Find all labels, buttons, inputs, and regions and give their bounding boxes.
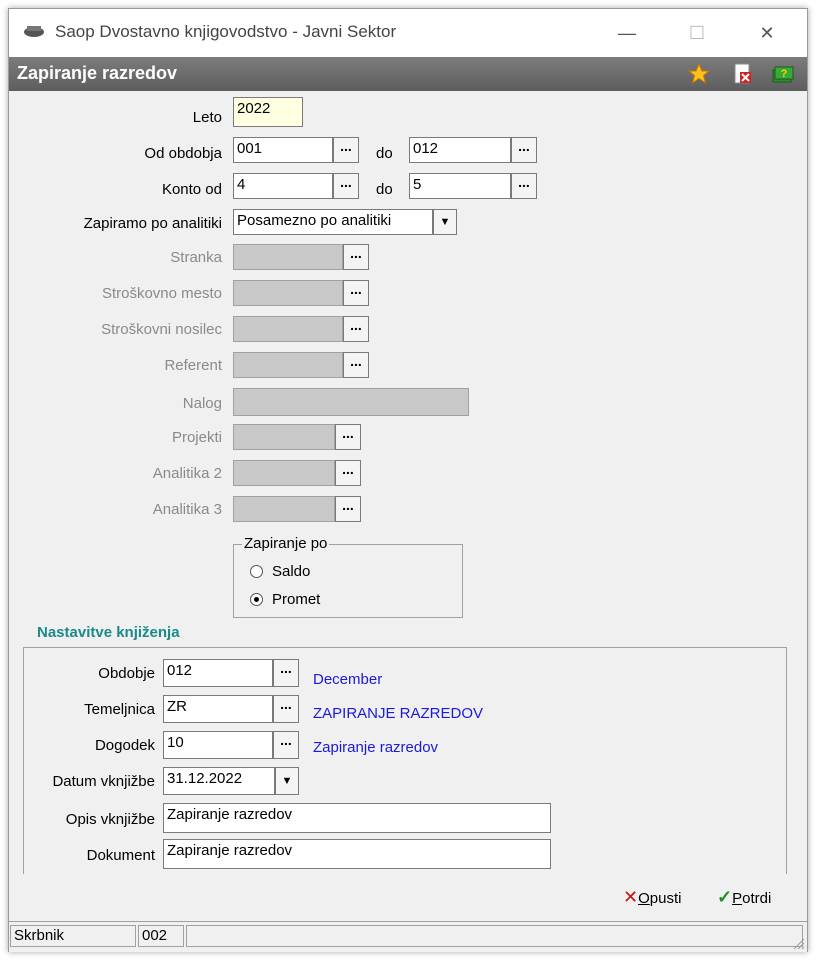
stranka-browse-button: ... <box>343 244 369 270</box>
analitika2-input <box>233 460 335 486</box>
temeljnica-input[interactable]: ZR <box>163 695 273 723</box>
svg-text:?: ? <box>781 68 788 80</box>
leto-input[interactable]: 2022 <box>233 97 303 127</box>
od-obdobja-label: Od obdobja <box>144 145 222 162</box>
zapiramo-dropdown-button[interactable]: ▼ <box>433 209 457 235</box>
datum-vknjizbe-label: Datum vknjižbe <box>52 773 155 790</box>
opusti-hotkey: O <box>638 890 650 907</box>
analitika3-input <box>233 496 335 522</box>
close-document-icon[interactable] <box>731 62 755 86</box>
status-empty-panel <box>186 925 803 947</box>
stroskovni-nosilec-browse-button: ... <box>343 316 369 342</box>
od-obdobja-input[interactable]: 001 <box>233 137 333 163</box>
do-obdobja-browse-button[interactable]: ... <box>511 137 537 163</box>
window-title: Saop Dvostavno knjigovodstvo - Javni Sek… <box>55 22 397 41</box>
cancel-icon: ✕ <box>623 887 639 907</box>
dogodek-label: Dogodek <box>94 737 155 754</box>
resize-grip-icon[interactable] <box>791 936 805 950</box>
chevron-down-icon: ▼ <box>439 216 451 228</box>
projekti-label: Projekti <box>171 429 222 446</box>
potrdi-button[interactable]: ✓Potrdi <box>717 887 771 908</box>
potrdi-label: otrdi <box>742 890 772 907</box>
konto-do-input[interactable]: 5 <box>409 173 511 199</box>
saldo-label[interactable]: Saldo <box>272 563 310 580</box>
status-user-label: Skrbnik <box>10 925 136 947</box>
nalog-label: Nalog <box>182 395 222 412</box>
leto-label: Leto <box>192 109 222 126</box>
konto-do-label: do <box>376 181 393 198</box>
datum-vknjizbe-input[interactable]: 31.12.2022 <box>163 767 275 795</box>
analitika2-browse-button: ... <box>335 460 361 486</box>
dogodek-input[interactable]: 10 <box>163 731 273 759</box>
projekti-input <box>233 424 335 450</box>
obdobje-label: Obdobje <box>98 665 155 682</box>
zapiranje-po-title: Zapiranje po <box>242 535 330 552</box>
projekti-browse-button: ... <box>335 424 361 450</box>
close-button[interactable]: ✕ <box>747 17 787 49</box>
star-icon[interactable] <box>687 62 711 86</box>
opis-vknjizbe-input[interactable]: Zapiranje razredov <box>163 803 551 833</box>
do-obdobja-input[interactable]: 012 <box>409 137 511 163</box>
temeljnica-label: Temeljnica <box>84 701 155 718</box>
opusti-button[interactable]: ✕Opusti <box>623 887 681 908</box>
status-user-value: 002 <box>138 925 184 947</box>
zapiramo-select[interactable]: Posamezno po analitiki <box>233 209 433 235</box>
konto-do-browse-button[interactable]: ... <box>511 173 537 199</box>
obdobje-browse-button[interactable]: ... <box>273 659 299 687</box>
referent-browse-button: ... <box>343 352 369 378</box>
opusti-label: pusti <box>649 890 682 907</box>
stroskovno-mesto-input <box>233 280 343 306</box>
analitika2-label: Analitika 2 <box>152 465 222 482</box>
check-icon: ✓ <box>717 887 733 907</box>
settings-section-title: Nastavitve knjiženja <box>37 624 180 641</box>
dokument-label: Dokument <box>86 847 155 864</box>
konto-od-label: Konto od <box>161 181 222 198</box>
referent-input <box>233 352 343 378</box>
stroskovni-nosilec-input <box>233 316 343 342</box>
analitika3-browse-button: ... <box>335 496 361 522</box>
form-header: Zapiranje razredov ? <box>9 57 807 91</box>
status-bar: Skrbnik 002 <box>9 921 807 952</box>
form-title: Zapiranje razredov <box>17 63 178 83</box>
stranka-input <box>233 244 343 270</box>
maximize-button[interactable]: ☐ <box>677 17 717 49</box>
dogodek-browse-button[interactable]: ... <box>273 731 299 759</box>
konto-od-input[interactable]: 4 <box>233 173 333 199</box>
nalog-input <box>233 388 469 416</box>
opis-vknjizbe-label: Opis vknjižbe <box>65 811 155 828</box>
stranka-label: Stranka <box>170 249 222 266</box>
saldo-radio[interactable] <box>250 565 263 578</box>
dogodek-description: Zapiranje razredov <box>313 739 439 756</box>
title-bar: Saop Dvostavno knjigovodstvo - Javni Sek… <box>9 9 807 57</box>
potrdi-hotkey: P <box>732 890 743 907</box>
obdobje-input[interactable]: 012 <box>163 659 273 687</box>
chevron-down-icon: ▼ <box>281 775 293 787</box>
zapiramo-label: Zapiramo po analitiki <box>83 215 222 232</box>
dokument-input[interactable]: Zapiranje razredov <box>163 839 551 869</box>
analitika3-label: Analitika 3 <box>152 501 222 518</box>
datum-dropdown-button[interactable]: ▼ <box>275 767 299 795</box>
referent-label: Referent <box>164 357 222 374</box>
promet-label[interactable]: Promet <box>272 591 320 608</box>
obdobje-description: December <box>313 671 383 688</box>
od-obdobja-browse-button[interactable]: ... <box>333 137 359 163</box>
help-book-icon[interactable]: ? <box>771 62 795 86</box>
od-obdobja-do-label: do <box>376 145 393 162</box>
promet-radio[interactable] <box>250 593 263 606</box>
main-window: Saop Dvostavno knjigovodstvo - Javni Sek… <box>8 8 808 952</box>
konto-od-browse-button[interactable]: ... <box>333 173 359 199</box>
stroskovni-nosilec-label: Stroškovni nosilec <box>101 321 222 338</box>
stroskovno-mesto-label: Stroškovno mesto <box>101 285 222 302</box>
minimize-button[interactable]: — <box>607 17 647 49</box>
app-icon <box>24 26 44 37</box>
temeljnica-browse-button[interactable]: ... <box>273 695 299 723</box>
stroskovno-mesto-browse-button: ... <box>343 280 369 306</box>
temeljnica-description: ZAPIRANJE RAZREDOV <box>313 705 484 722</box>
zapiranje-po-group: Zapiranje po Saldo Promet <box>233 535 463 618</box>
